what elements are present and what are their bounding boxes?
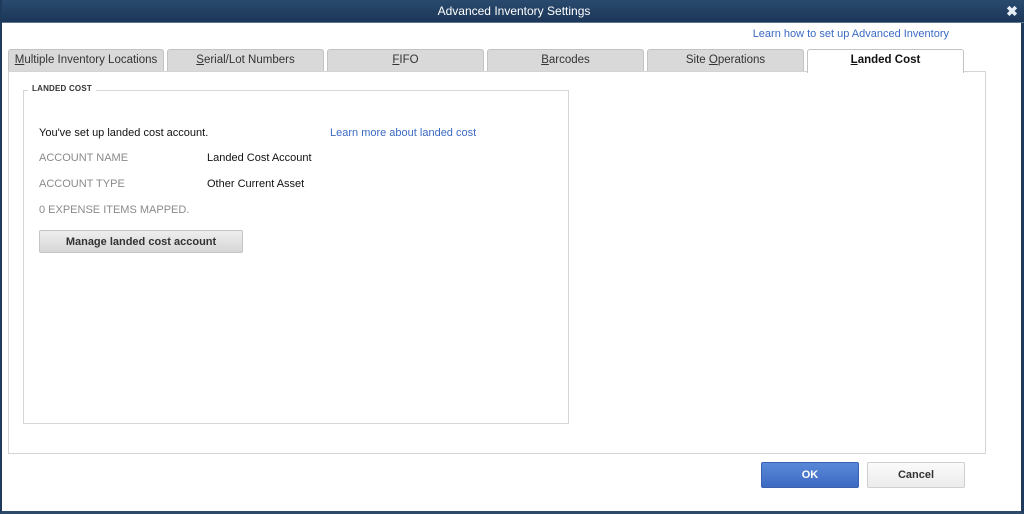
tab-label: Barcodes <box>541 54 590 66</box>
learn-more-landed-cost-link[interactable]: Learn more about landed cost <box>330 127 476 139</box>
landed-cost-panel: LANDED COST You've set up landed cost ac… <box>8 71 986 454</box>
section-title: LANDED COST <box>28 84 96 93</box>
advanced-inventory-settings-dialog: Advanced Inventory Settings ✖ Learn how … <box>0 0 1024 514</box>
cancel-button[interactable]: Cancel <box>867 462 965 488</box>
tab-label: Site Operations <box>685 54 766 66</box>
tab-serial-lot-numbers[interactable]: Serial/Lot Numbers <box>167 49 324 71</box>
ok-button[interactable]: OK <box>761 462 859 488</box>
tab-label: Multiple Inventory Locations <box>14 54 158 66</box>
account-name-label: ACCOUNT NAME <box>39 152 129 164</box>
title-bar[interactable]: Advanced Inventory Settings ✖ <box>2 0 1024 23</box>
setup-status-text: You've set up landed cost account. <box>39 127 209 139</box>
tab-landed-cost[interactable]: Landed Cost <box>807 49 964 73</box>
learn-advanced-inventory-link[interactable]: Learn how to set up Advanced Inventory <box>753 28 949 40</box>
tab-label: Landed Cost <box>850 54 921 66</box>
tab-site-operations[interactable]: Site Operations <box>647 49 804 71</box>
landed-cost-groupbox: LANDED COST You've set up landed cost ac… <box>23 84 569 424</box>
tab-label: FIFO <box>392 54 419 66</box>
close-icon[interactable]: ✖ <box>1004 0 1020 23</box>
tab-barcodes[interactable]: Barcodes <box>487 49 644 71</box>
account-type-value: Other Current Asset <box>207 178 305 190</box>
manage-landed-cost-account-button[interactable]: Manage landed cost account <box>39 230 243 253</box>
account-name-value: Landed Cost Account <box>207 152 312 164</box>
account-type-label: ACCOUNT TYPE <box>39 178 125 190</box>
tab-multiple-inventory-locations[interactable]: Multiple Inventory Locations <box>8 49 164 71</box>
expense-items-mapped-text: 0 EXPENSE ITEMS MAPPED. <box>39 204 190 216</box>
tab-fifo[interactable]: FIFO <box>327 49 484 71</box>
window-title: Advanced Inventory Settings <box>437 4 591 18</box>
tab-label: Serial/Lot Numbers <box>196 54 295 66</box>
